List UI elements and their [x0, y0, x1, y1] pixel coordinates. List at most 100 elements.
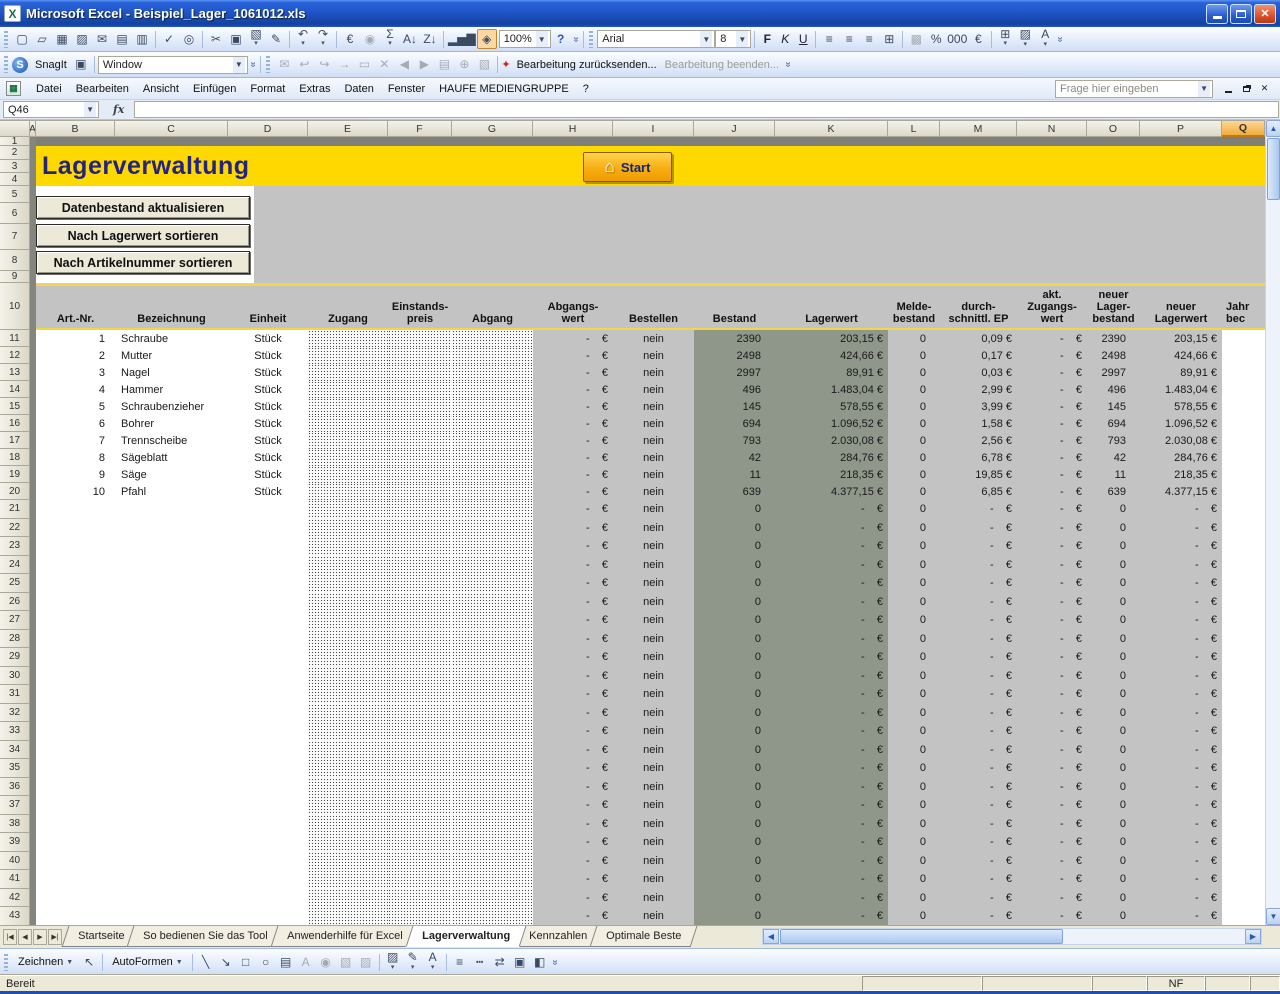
row-header-42[interactable]: 42: [0, 889, 30, 908]
cell-durchschnittl_ep[interactable]: 1,58 €: [940, 415, 1017, 432]
drawing-icon[interactable]: ◈: [477, 29, 497, 49]
close-workbook-button[interactable]: ✕: [1257, 82, 1272, 96]
cell-abgang[interactable]: [452, 556, 533, 575]
cell-neuer_lagerbestand[interactable]: 0: [1087, 759, 1140, 778]
cell-neuer_lagerwert[interactable]: - €: [1140, 833, 1222, 852]
new-icon[interactable]: ▢: [12, 29, 32, 49]
cell-bestand[interactable]: 0: [694, 611, 775, 630]
row-header-24[interactable]: 24: [0, 556, 30, 575]
cell-neuer_lagerbestand[interactable]: 0: [1087, 907, 1140, 925]
cell-artnr[interactable]: [36, 907, 115, 925]
cell-bestand[interactable]: 0: [694, 630, 775, 649]
cell-jahresbedarf[interactable]: [1222, 722, 1265, 741]
cell-bezeichnung[interactable]: Hammer: [115, 381, 228, 398]
cell-akt_zugangswert[interactable]: - €: [1017, 889, 1087, 908]
cell-einheit[interactable]: [228, 778, 308, 797]
cell-abgang[interactable]: [452, 537, 533, 556]
cell-zugang[interactable]: [308, 611, 388, 630]
toolbar-grip[interactable]: [4, 31, 8, 48]
cell-meldebestand[interactable]: 0: [888, 330, 940, 347]
cell-bezeichnung[interactable]: Schraube: [115, 330, 228, 347]
cell-neuer_lagerbestand[interactable]: 0: [1087, 852, 1140, 871]
cell-abgang[interactable]: [452, 667, 533, 686]
scroll-up-icon[interactable]: ▲: [1266, 120, 1280, 137]
row-header-25[interactable]: 25: [0, 574, 30, 593]
line-style-icon[interactable]: ≡: [450, 952, 470, 972]
cell-einstandspreis[interactable]: [388, 381, 452, 398]
align-center-icon[interactable]: ≡: [839, 29, 859, 49]
cell-jahresbedarf[interactable]: [1222, 907, 1265, 925]
cell-meldebestand[interactable]: 0: [888, 415, 940, 432]
cell-meldebestand[interactable]: 0: [888, 630, 940, 649]
cell-artnr[interactable]: [36, 889, 115, 908]
cell-zugang[interactable]: [308, 630, 388, 649]
scroll-left-icon[interactable]: ◀: [763, 929, 779, 944]
cell-jahresbedarf[interactable]: [1222, 741, 1265, 760]
cell-einheit[interactable]: Stück: [228, 381, 308, 398]
cell-abgangswert[interactable]: - €: [533, 556, 613, 575]
cell-abgang[interactable]: [452, 347, 533, 364]
cell-neuer_lagerbestand[interactable]: 0: [1087, 722, 1140, 741]
mail-recipient-icon[interactable]: ✉: [274, 55, 294, 75]
row-header-22[interactable]: 22: [0, 519, 30, 538]
column-header-O[interactable]: O: [1087, 120, 1140, 137]
cell-abgangswert[interactable]: - €: [533, 466, 613, 483]
cell-neuer_lagerbestand[interactable]: 0: [1087, 704, 1140, 723]
arrow-icon[interactable]: ↘: [216, 952, 236, 972]
cell-einheit[interactable]: [228, 759, 308, 778]
row-header-33[interactable]: 33: [0, 722, 30, 741]
row-header-15[interactable]: 15: [0, 398, 30, 415]
cell-zugang[interactable]: [308, 852, 388, 871]
cell-bestand[interactable]: 0: [694, 870, 775, 889]
cell-jahresbedarf[interactable]: [1222, 611, 1265, 630]
cell-meldebestand[interactable]: 0: [888, 449, 940, 466]
cell-abgang[interactable]: [452, 741, 533, 760]
cell-akt_zugangswert[interactable]: - €: [1017, 852, 1087, 871]
cell-abgangswert[interactable]: - €: [533, 330, 613, 347]
cell-bestellen[interactable]: nein: [613, 330, 694, 347]
cell-einstandspreis[interactable]: [388, 574, 452, 593]
cell-lagerwert[interactable]: 578,55 €: [775, 398, 888, 415]
cell-abgangswert[interactable]: - €: [533, 398, 613, 415]
cell-einstandspreis[interactable]: [388, 704, 452, 723]
show-comment-icon[interactable]: ▤: [434, 55, 454, 75]
cell-bestellen[interactable]: nein: [613, 722, 694, 741]
cell-meldebestand[interactable]: 0: [888, 648, 940, 667]
cell-bestellen[interactable]: nein: [613, 907, 694, 925]
cell-bestand[interactable]: 0: [694, 537, 775, 556]
scroll-right-icon[interactable]: ▶: [1245, 929, 1261, 944]
cell-akt_zugangswert[interactable]: - €: [1017, 870, 1087, 889]
euro-converter-icon[interactable]: €: [340, 29, 360, 49]
cell-artnr[interactable]: 3: [36, 364, 115, 381]
cell-abgangswert[interactable]: - €: [533, 759, 613, 778]
cell-lagerwert[interactable]: 1.483,04 €: [775, 381, 888, 398]
cell-zugang[interactable]: [308, 466, 388, 483]
cell-zugang[interactable]: [308, 685, 388, 704]
cell-bezeichnung[interactable]: Mutter: [115, 347, 228, 364]
cell-lagerwert[interactable]: - €: [775, 500, 888, 519]
question-box[interactable]: Frage hier eingeben▼: [1055, 80, 1213, 98]
cell-neuer_lagerwert[interactable]: - €: [1140, 537, 1222, 556]
send-review-icon[interactable]: ▧: [474, 55, 494, 75]
cell-bezeichnung[interactable]: [115, 537, 228, 556]
cell-einstandspreis[interactable]: [388, 630, 452, 649]
sort-by-article-number-button[interactable]: Nach Artikelnummer sortieren: [36, 251, 250, 274]
cell-bestand[interactable]: 0: [694, 759, 775, 778]
cell-abgang[interactable]: [452, 722, 533, 741]
row-header-17[interactable]: 17: [0, 432, 30, 449]
cell-artnr[interactable]: [36, 648, 115, 667]
cell-jahresbedarf[interactable]: [1222, 574, 1265, 593]
cell-abgang[interactable]: [452, 466, 533, 483]
minimize-button[interactable]: [1206, 4, 1228, 24]
thousands-icon[interactable]: 000: [946, 29, 968, 49]
cell-abgang[interactable]: [452, 330, 533, 347]
cell-bestand[interactable]: 0: [694, 593, 775, 612]
cell-jahresbedarf[interactable]: [1222, 852, 1265, 871]
cell-durchschnittl_ep[interactable]: - €: [940, 870, 1017, 889]
formula-input[interactable]: [134, 101, 1279, 118]
delete-comment-icon[interactable]: ✕: [374, 55, 394, 75]
fill-color-icon[interactable]: ▨▾: [383, 952, 403, 972]
cell-abgangswert[interactable]: - €: [533, 500, 613, 519]
cell-artnr[interactable]: [36, 778, 115, 797]
cell-durchschnittl_ep[interactable]: - €: [940, 833, 1017, 852]
